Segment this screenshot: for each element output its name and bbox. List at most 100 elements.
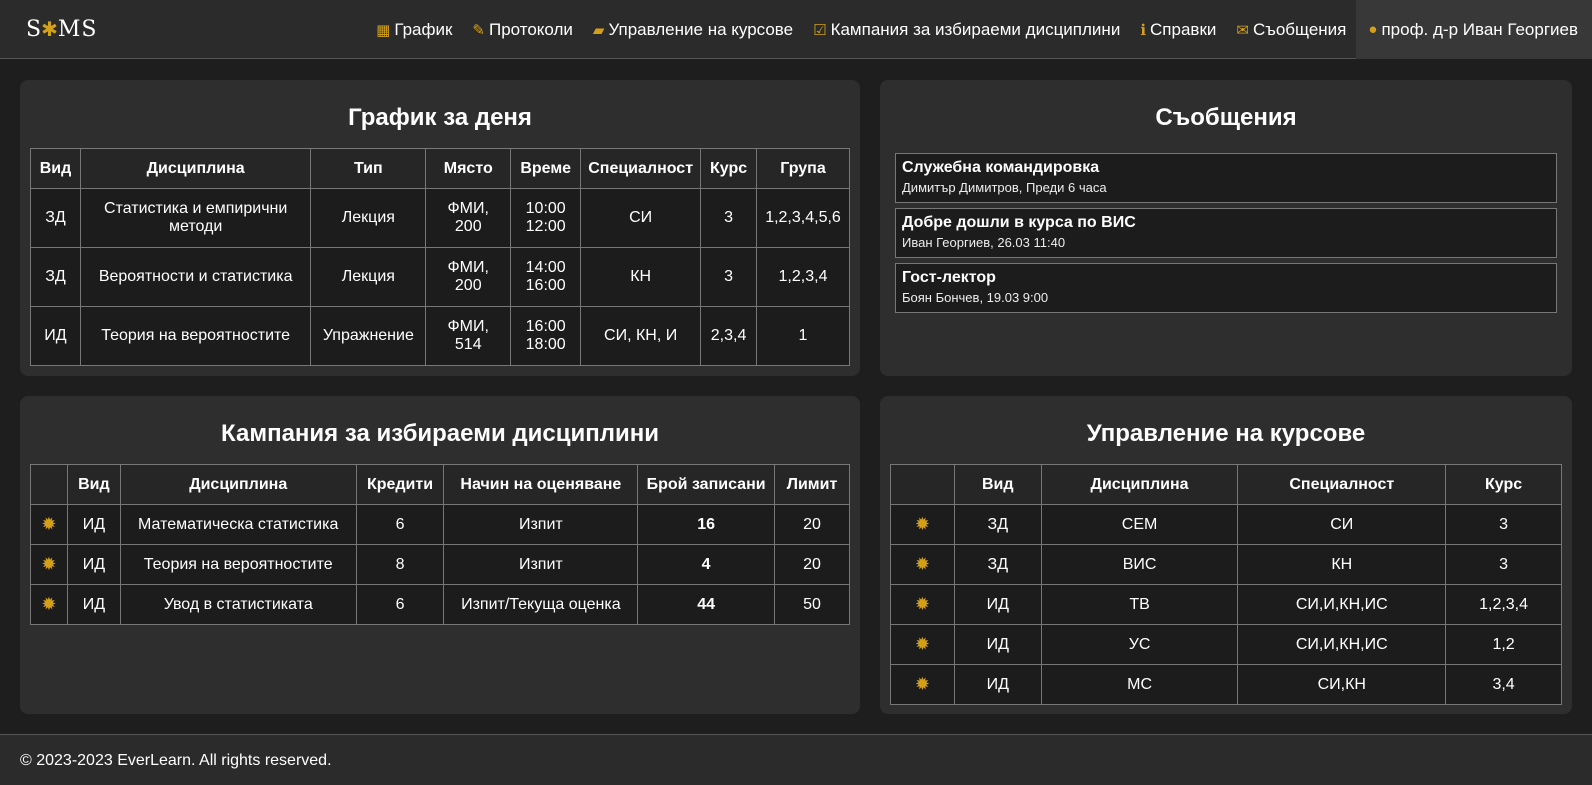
table-row: ✹ ИД Увод в статистиката 6 Изпит/Текуща … <box>30 584 850 625</box>
gear-icon[interactable]: ✹ <box>915 674 930 694</box>
row-settings[interactable]: ✹ <box>890 504 955 545</box>
nav-item-user-profile[interactable]: ● проф. д-р Иван Георгиев <box>1356 0 1592 59</box>
cell-discipline: Статистика и емпирични методи <box>79 188 312 248</box>
row-settings[interactable]: ✹ <box>890 664 955 705</box>
user-icon: ● <box>1368 21 1378 38</box>
gear-icon[interactable]: ✹ <box>915 634 930 654</box>
cell-credits: 6 <box>355 504 445 545</box>
gear-icon[interactable]: ✹ <box>915 554 930 574</box>
course-management-card: Управление на курсове Вид Дисциплина Спе… <box>880 396 1572 714</box>
table-row: ЗД Вероятности и статистика Лекция ФМИ, … <box>30 247 850 307</box>
nav-item-protocols[interactable]: ✎ Протоколи <box>462 0 583 59</box>
schedule-title: График за деня <box>348 104 532 131</box>
cell-discipline: ТВ <box>1040 584 1239 625</box>
cell-type: ЗД <box>953 504 1042 545</box>
nav-item-reports[interactable]: ℹ Справки <box>1130 0 1226 59</box>
navbar: S ✱ MS ▦ График ✎ Протоколи ▰ Управление н… <box>0 0 1592 59</box>
table-header: Дисциплина <box>79 148 312 189</box>
table-row: ✹ ИД Математическа статистика 6 Изпит 16… <box>30 504 850 545</box>
cell-type: ЗД <box>30 247 81 307</box>
table-row: ✹ ИД МС СИ,КН 3,4 <box>890 664 1562 705</box>
table-header <box>890 464 955 505</box>
message-meta: Боян Бончев, 19.03 9:00 <box>902 290 1049 305</box>
row-settings[interactable]: ✹ <box>30 504 68 545</box>
table-row: ✹ ЗД ВИС КН 3 <box>890 544 1562 585</box>
table-header: Курс <box>1445 464 1562 505</box>
row-settings[interactable]: ✹ <box>890 584 955 625</box>
cell-group: 1,2,3,4 <box>756 247 850 307</box>
cell-discipline: Теория на вероятностите <box>79 306 312 366</box>
message-item[interactable]: Добре дошли в курса по ВИС Иван Георгиев… <box>895 208 1557 258</box>
cell-enrolled: 4 <box>637 544 776 585</box>
gear-icon[interactable]: ✹ <box>41 554 56 574</box>
message-title: Служебна командировка <box>902 159 1100 176</box>
row-settings[interactable]: ✹ <box>30 544 68 585</box>
schedule-table: Вид Дисциплина Тип Място Време Специално… <box>30 148 850 366</box>
course-management-table: Вид Дисциплина Специалност Курс ✹ ЗД СЕМ… <box>890 464 1562 705</box>
cell-enrolled: 44 <box>637 584 776 625</box>
info-circle-icon: ℹ <box>1140 21 1147 39</box>
message-title: Добре дошли в курса по ВИС <box>902 214 1136 231</box>
nav-item-label: Справки <box>1150 19 1217 39</box>
cell-type: ИД <box>66 504 121 545</box>
cell-time: 14:00 16:00 <box>510 247 582 307</box>
nav-item-course-management[interactable]: ▰ Управление на курсове <box>583 0 803 59</box>
message-item[interactable]: Служебна командировка Димитър Димитров, … <box>895 153 1557 203</box>
table-row: ЗД Статистика и емпирични методи Лекция … <box>30 188 850 248</box>
cell-credits: 8 <box>355 544 445 585</box>
cell-assessment: Изпит <box>443 504 639 545</box>
cell-location: ФМИ, 200 <box>425 188 512 248</box>
cell-location: ФМИ, 200 <box>425 247 512 307</box>
message-item[interactable]: Гост-лектор Боян Бончев, 19.03 9:00 <box>895 263 1557 313</box>
table-row: ✹ ЗД СЕМ СИ 3 <box>890 504 1562 545</box>
table-header <box>30 464 68 505</box>
copyright-text: © 2023-2023 EverLearn. All rights reserv… <box>20 752 332 769</box>
calendar-icon: ▦ <box>376 21 391 39</box>
table-header: Група <box>756 148 850 189</box>
table-header: Брой записани <box>637 464 776 505</box>
table-header: Вид <box>953 464 1042 505</box>
message-meta: Димитър Димитров, Преди 6 часа <box>902 180 1107 195</box>
cell-location: ФМИ, 514 <box>425 306 512 366</box>
cell-specialty: СИ,И,КН,ИС <box>1237 624 1447 665</box>
table-header: Специалност <box>580 148 702 189</box>
row-settings[interactable]: ✹ <box>890 544 955 585</box>
campaign-card: Кампания за избираеми дисциплини Вид Дис… <box>20 396 860 714</box>
envelope-icon: ✉ <box>1236 21 1249 39</box>
messages-card: Съобщения Служебна командировка Димитър … <box>880 80 1572 376</box>
cell-kind: Упражнение <box>310 306 427 366</box>
table-header: Курс <box>700 148 757 189</box>
nav-item-schedule[interactable]: ▦ График <box>366 0 462 59</box>
nav-item-label: График <box>394 19 453 39</box>
check-square-icon: ☑ <box>813 21 827 39</box>
nav-item-label: Съобщения <box>1252 19 1347 39</box>
cell-time: 16:00 18:00 <box>510 306 582 366</box>
nav-item-label: Кампания за избираеми дисциплини <box>830 19 1121 39</box>
gear-icon[interactable]: ✹ <box>915 594 930 614</box>
table-header: Място <box>425 148 512 189</box>
logo-text-right: MS <box>57 16 98 42</box>
gear-icon[interactable]: ✹ <box>41 514 56 534</box>
cell-type: ИД <box>953 664 1042 705</box>
table-row: ✹ ИД Теория на вероятностите 8 Изпит 4 2… <box>30 544 850 585</box>
nav-item-elective-campaign[interactable]: ☑ Кампания за избираеми дисциплини <box>803 0 1130 59</box>
nav-item-messages[interactable]: ✉ Съобщения <box>1226 0 1356 59</box>
table-header: Кредити <box>355 464 445 505</box>
cell-group: 1 <box>756 306 850 366</box>
row-settings[interactable]: ✹ <box>890 624 955 665</box>
cell-specialty: КН <box>580 247 702 307</box>
cell-limit: 50 <box>774 584 850 625</box>
cell-discipline: Вероятности и статистика <box>79 247 312 307</box>
messages-title: Съобщения <box>1155 104 1297 131</box>
course-management-title: Управление на курсове <box>1086 420 1366 447</box>
gear-icon[interactable]: ✹ <box>915 514 930 534</box>
cell-year: 1,2,3,4 <box>1445 584 1562 625</box>
app-logo[interactable]: S ✱ MS <box>26 14 97 44</box>
row-settings[interactable]: ✹ <box>30 584 68 625</box>
gear-icon[interactable]: ✹ <box>41 594 56 614</box>
cell-type: ИД <box>953 624 1042 665</box>
cell-year: 3 <box>1445 544 1562 585</box>
cell-discipline: СЕМ <box>1040 504 1239 545</box>
nav-menu: ▦ График ✎ Протоколи ▰ Управление на кур… <box>366 0 1592 59</box>
folder-open-icon: ▰ <box>592 21 605 39</box>
